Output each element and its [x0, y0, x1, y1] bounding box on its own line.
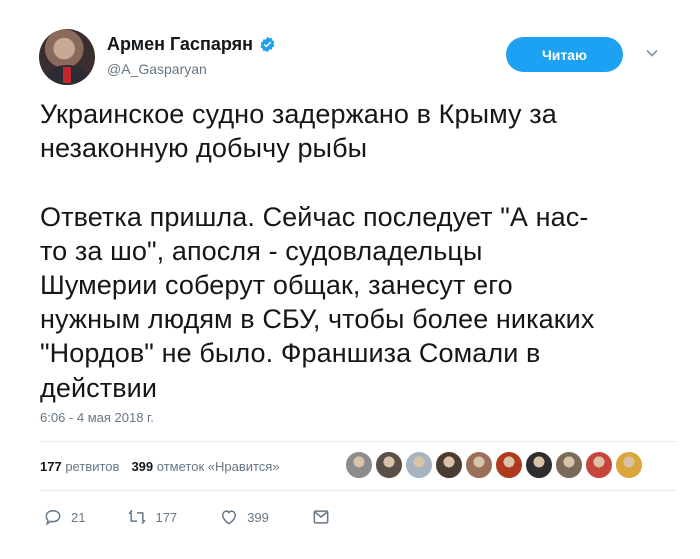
liker-avatar[interactable] — [345, 451, 373, 479]
envelope-icon — [313, 510, 329, 524]
divider — [40, 441, 676, 442]
tweet-stats: 177 ретвитов 399 отметок «Нравится» — [40, 459, 280, 474]
retweet-button[interactable]: 177 — [127, 507, 177, 527]
reply-icon — [45, 509, 61, 526]
retweets-stat[interactable]: 177 ретвитов — [40, 459, 119, 474]
divider — [40, 490, 676, 491]
following-button[interactable]: Читаю — [506, 37, 623, 72]
liker-avatar[interactable] — [555, 451, 583, 479]
author-name-row: Армен Гаспарян — [107, 34, 276, 55]
retweet-count: 177 — [155, 509, 178, 525]
heart-icon — [222, 510, 237, 525]
author-avatar[interactable] — [39, 29, 95, 85]
like-count: 399 — [247, 509, 269, 525]
tweet-timestamp[interactable]: 6:06 - 4 мая 2018 г. — [40, 410, 154, 425]
retweets-count: 177 — [40, 459, 62, 474]
tweet-actions: 21 177 399 — [43, 507, 373, 527]
chevron-down-icon[interactable] — [645, 46, 659, 60]
retweets-label: ретвитов — [65, 459, 120, 474]
verified-badge-icon — [260, 36, 275, 53]
liker-avatar[interactable] — [435, 451, 463, 479]
likes-count: 399 — [131, 459, 154, 474]
retweet-icon — [129, 509, 146, 525]
liker-avatar[interactable] — [495, 451, 523, 479]
liker-avatar[interactable] — [525, 451, 553, 479]
liker-avatar[interactable] — [405, 451, 433, 479]
reply-button[interactable]: 21 — [43, 507, 85, 527]
author-handle[interactable]: @A_Gasparyan — [107, 61, 207, 77]
reply-count: 21 — [71, 509, 86, 525]
author-display-name[interactable]: Армен Гаспарян — [107, 34, 253, 55]
likes-label: отметок «Нравится» — [156, 459, 280, 474]
liker-avatars — [345, 451, 643, 479]
direct-message-button[interactable] — [311, 507, 331, 527]
liker-avatar[interactable] — [375, 451, 403, 479]
liker-avatar[interactable] — [615, 451, 643, 479]
liker-avatar[interactable] — [585, 451, 613, 479]
likes-stat[interactable]: 399 отметок «Нравится» — [131, 459, 279, 474]
like-button[interactable]: 399 — [219, 507, 269, 527]
liker-avatar[interactable] — [465, 451, 493, 479]
tweet-text: Украинское судно задержано в Крыму за не… — [40, 99, 595, 403]
